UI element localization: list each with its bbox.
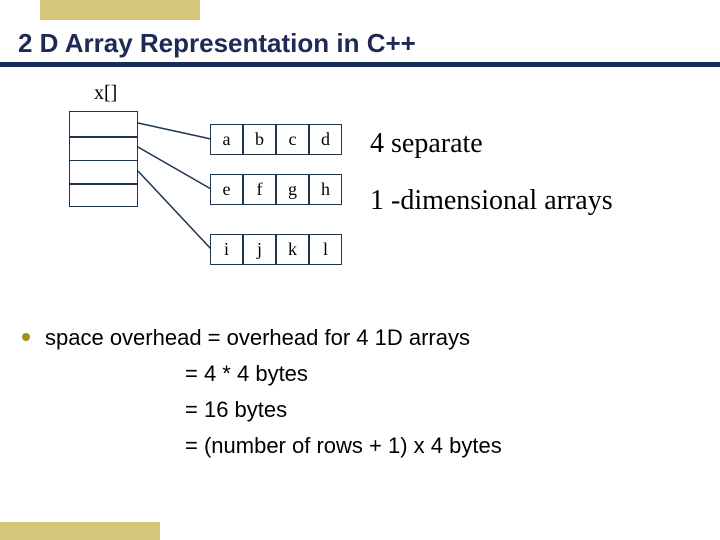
cell: l (309, 234, 342, 265)
cell: h (309, 174, 342, 205)
top-accent-bar (40, 0, 200, 20)
cell: j (243, 234, 276, 265)
cell: g (276, 174, 309, 205)
data-row-1: e f g h (210, 174, 342, 205)
cell: e (210, 174, 243, 205)
pointer-array-box (69, 111, 138, 207)
cell: c (276, 124, 309, 155)
data-row-2: i j k l (210, 234, 342, 265)
caption-line-2: 1 -dimensional arrays (370, 185, 613, 217)
cell: b (243, 124, 276, 155)
cell: k (276, 234, 309, 265)
pointer-connector-lines (138, 111, 218, 251)
body-text: space overhead = overhead for 4 1D array… (45, 320, 502, 464)
body-line-2: = 4 * 4 bytes (45, 356, 502, 392)
cell: a (210, 124, 243, 155)
pointer-array-label: x[] (94, 82, 117, 105)
title-underline (0, 62, 720, 67)
body-line-3: = 16 bytes (45, 392, 502, 428)
bullet-icon (22, 333, 30, 341)
body-line-1: space overhead = overhead for 4 1D array… (45, 320, 502, 356)
bottom-accent-bar (0, 522, 160, 540)
data-row-0: a b c d (210, 124, 342, 155)
cell: d (309, 124, 342, 155)
cell: f (243, 174, 276, 205)
body-line-4: = (number of rows + 1) x 4 bytes (45, 428, 502, 464)
caption-line-1: 4 separate (370, 128, 483, 160)
slide-title: 2 D Array Representation in C++ (18, 28, 416, 59)
cell: i (210, 234, 243, 265)
